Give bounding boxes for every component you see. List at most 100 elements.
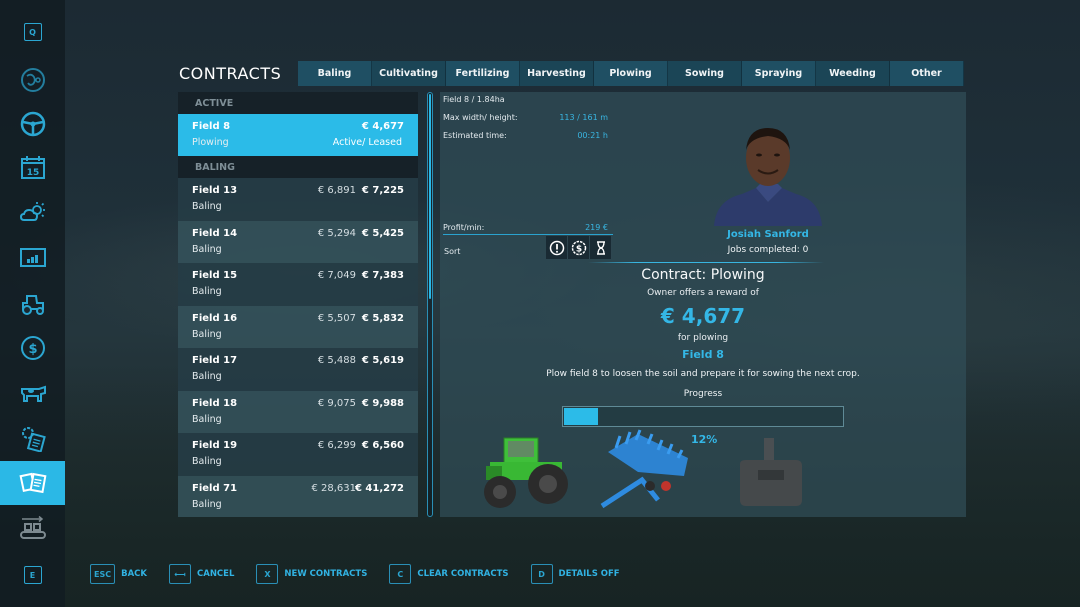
- contract-field: Field 16: [192, 312, 238, 324]
- jobs-completed: Jobs completed: 0: [727, 245, 809, 255]
- contract-reward: € 6,560: [361, 440, 404, 451]
- contract-row[interactable]: Field 71 Baling € 28,631 € 41,272: [178, 475, 418, 517]
- weather-icon: [19, 202, 45, 221]
- tab-baling[interactable]: Baling: [298, 61, 372, 86]
- contract-type: Baling: [192, 456, 222, 467]
- sidebar-item-statistics[interactable]: [0, 236, 65, 280]
- npc-name: Josiah Sanford: [727, 229, 809, 240]
- contract-field: Field 19: [192, 440, 238, 451]
- contract-row[interactable]: Field 19 Baling € 6,299 € 6,560: [178, 433, 418, 476]
- money-icon: $: [571, 240, 586, 255]
- contract-row[interactable]: Field 17 Baling € 5,488 € 5,619: [178, 348, 418, 391]
- contract-reward: € 5,832: [361, 312, 404, 324]
- steering-wheel-icon: [20, 111, 45, 137]
- contract-type: Baling: [192, 498, 222, 510]
- contract-row[interactable]: Field 16 Baling € 5,507 € 5,832: [178, 305, 418, 348]
- details-off-button[interactable]: D DETAILS OFF: [530, 564, 620, 584]
- tab-sowing[interactable]: Sowing: [668, 61, 742, 86]
- contract-type: Baling: [192, 413, 222, 425]
- profit-divider: [443, 234, 613, 235]
- back-button[interactable]: ESC BACK: [90, 564, 147, 584]
- sidebar-item-calendar[interactable]: 15: [0, 146, 65, 190]
- contract-type: Baling: [192, 286, 222, 297]
- section-header-baling: BALING: [178, 156, 418, 178]
- contract-type: Plowing: [192, 137, 229, 148]
- sort-priority-button[interactable]: [546, 236, 568, 259]
- tab-spraying[interactable]: Spraying: [742, 61, 816, 86]
- sidebar-item-contracts[interactable]: [0, 461, 65, 505]
- front-weight-image: [736, 436, 806, 514]
- page-title: CONTRACTS: [179, 64, 282, 83]
- tab-cultivating[interactable]: Cultivating: [372, 61, 446, 86]
- tab-plowing[interactable]: Plowing: [594, 61, 668, 86]
- sidebar-item-transport[interactable]: [0, 507, 65, 551]
- sidebar-item-weather[interactable]: [0, 190, 65, 234]
- sort-time-button[interactable]: [590, 236, 612, 259]
- statistics-icon: [19, 248, 46, 267]
- contract-base-reward: € 5,294: [317, 227, 356, 239]
- e-key-icon: E: [23, 566, 42, 584]
- contract-type: Baling: [192, 371, 222, 382]
- sidebar-prev-key[interactable]: Q: [0, 10, 65, 54]
- contract-reward: € 5,425: [361, 227, 404, 239]
- contract-row[interactable]: Field 13 Baling € 6,891 € 7,225: [178, 178, 418, 221]
- contract-field: Field 71: [192, 482, 238, 494]
- tab-harvesting[interactable]: Harvesting: [520, 61, 594, 86]
- contract-row[interactable]: Field 15 Baling € 7,049 € 7,383: [178, 263, 418, 306]
- cancel-label: CANCEL: [197, 569, 235, 579]
- tractor-icon: [21, 295, 44, 315]
- sidebar-next-key[interactable]: E: [0, 553, 65, 597]
- cancel-button[interactable]: ⟻ CANCEL: [169, 564, 234, 584]
- contracts-icon: [18, 472, 46, 494]
- sidebar-item-animals[interactable]: [0, 371, 65, 415]
- category-tabs: Baling Cultivating Fertilizing Harvestin…: [298, 61, 964, 86]
- sidebar: Q 15 $ E: [0, 0, 65, 607]
- sort-buttons: $: [546, 236, 612, 259]
- contract-base-reward: € 6,299: [317, 440, 356, 451]
- scrollbar-thumb[interactable]: [429, 94, 431, 299]
- clear-contracts-button[interactable]: C CLEAR CONTRACTS: [389, 564, 509, 584]
- profit-value: 219 €: [585, 223, 608, 232]
- contract-reward: € 7,225: [361, 185, 404, 196]
- sidebar-item-map[interactable]: [0, 58, 65, 102]
- details-off-label: DETAILS OFF: [558, 569, 620, 579]
- profit-label: Profit/min:: [443, 223, 485, 232]
- contract-row[interactable]: Field 14 Baling € 5,294 € 5,425: [178, 220, 418, 263]
- contract-field: Field 18: [192, 397, 238, 409]
- tab-other[interactable]: Other: [890, 61, 964, 86]
- new-contracts-button[interactable]: X NEW CONTRACTS: [256, 564, 367, 584]
- cow-icon: [20, 385, 46, 402]
- contract-description: Plow field 8 to loosen the soil and prep…: [546, 369, 860, 379]
- contract-reward: € 5,619: [361, 355, 404, 366]
- footer-actions: ESC BACK ⟻ CANCEL X NEW CONTRACTS C CLEA…: [90, 563, 642, 585]
- sidebar-item-production[interactable]: [0, 416, 65, 460]
- sort-money-button[interactable]: $: [568, 236, 590, 259]
- sidebar-item-garage[interactable]: [0, 282, 65, 326]
- for-text: for plowing: [677, 333, 729, 343]
- list-scrollbar[interactable]: [427, 92, 433, 517]
- contract-base-reward: € 7,049: [317, 270, 356, 281]
- priority-icon: [549, 240, 564, 255]
- sidebar-item-finances[interactable]: $: [0, 326, 65, 370]
- hourglass-icon: [596, 240, 605, 255]
- contract-field: Field 14: [192, 227, 238, 239]
- contract-row[interactable]: Field 18 Baling € 9,075 € 9,988: [178, 390, 418, 433]
- contract-details: Field 8 / 1.84ha Max width/ height: 113 …: [440, 92, 966, 517]
- estimated-time-value: 00:21 h: [577, 131, 608, 140]
- svg-text:$: $: [575, 244, 581, 254]
- conveyor-icon: [19, 515, 46, 539]
- max-size-label: Max width/ height:: [443, 113, 518, 122]
- contract-row-active[interactable]: Field 8 Plowing € 4,677 Active/ Leased: [178, 114, 418, 156]
- tab-weeding[interactable]: Weeding: [816, 61, 890, 86]
- max-size-value: 113 / 161 m: [559, 113, 608, 122]
- contract-base-reward: € 6,891: [317, 185, 356, 196]
- npc-divider: [588, 262, 824, 263]
- backspace-key-icon: ⟻: [169, 564, 191, 584]
- reward-intro: Owner offers a reward of: [647, 288, 759, 298]
- sidebar-item-vehicles[interactable]: [0, 102, 65, 146]
- contract-type: Baling: [192, 243, 222, 255]
- clear-contracts-label: CLEAR CONTRACTS: [417, 569, 509, 579]
- tab-fertilizing[interactable]: Fertilizing: [446, 61, 520, 86]
- contract-field: Field 13: [192, 185, 238, 196]
- contract-type: Baling: [192, 201, 222, 212]
